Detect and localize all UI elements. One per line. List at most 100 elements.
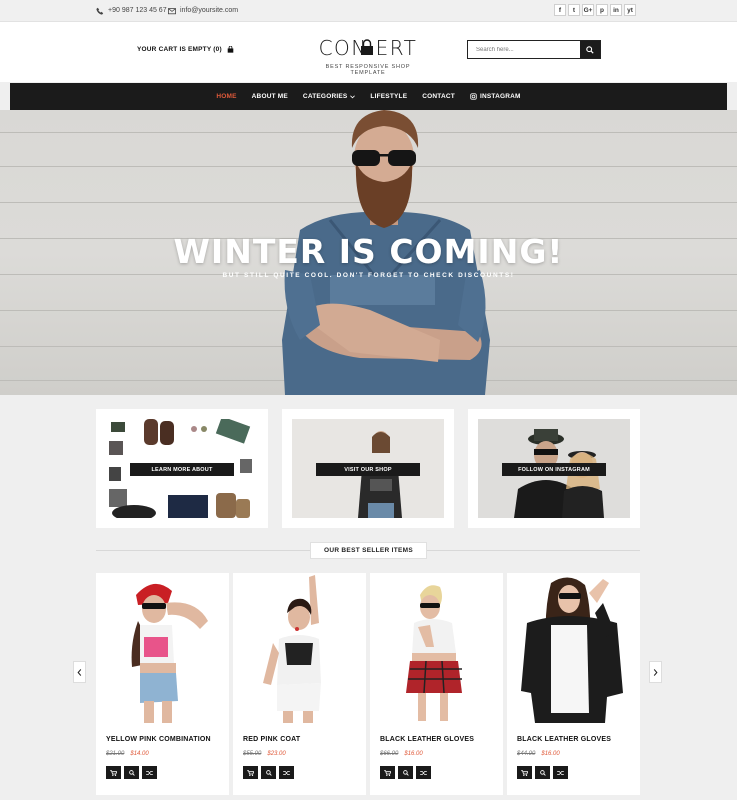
old-price: $21.00 xyxy=(106,751,125,757)
pinterest-icon[interactable]: p xyxy=(596,4,608,16)
shuffle-icon xyxy=(420,770,427,775)
nav-home[interactable]: HOME xyxy=(216,93,236,100)
old-price: $66.00 xyxy=(380,751,399,757)
email-address[interactable]: info@yoursite.com xyxy=(180,5,238,17)
zoom-icon xyxy=(128,769,135,776)
cart-link[interactable]: YOUR CART IS EMPTY (0) xyxy=(137,46,234,53)
cart-icon xyxy=(110,769,117,776)
twitter-icon[interactable]: t xyxy=(568,4,580,16)
compare-button[interactable] xyxy=(142,766,157,779)
add-to-cart-button[interactable] xyxy=(380,766,395,779)
google-plus-icon[interactable]: G+ xyxy=(582,4,594,16)
product-prices: $55.00 $23.00 xyxy=(243,751,286,757)
zoom-icon xyxy=(539,769,546,776)
hero-title: WINTER IS COMING! xyxy=(173,232,564,271)
carousel-prev-button[interactable] xyxy=(73,661,86,683)
promo-instagram[interactable]: FOLLOW ON INSTAGRAM xyxy=(468,409,640,528)
quick-view-button[interactable] xyxy=(398,766,413,779)
product-image[interactable] xyxy=(233,573,366,723)
arrow-left-icon xyxy=(77,668,82,676)
product-card[interactable]: BLACK LEATHER GLOVES $44.00 $16.00 xyxy=(507,573,640,795)
shuffle-icon xyxy=(283,770,290,775)
logo-tagline: BEST RESPONSIVE SHOP TEMPLATE xyxy=(325,64,411,76)
product-image[interactable] xyxy=(96,573,229,723)
old-price: $44.00 xyxy=(517,751,536,757)
promo-about[interactable]: LEARN MORE ABOUT xyxy=(96,409,268,528)
nav-instagram[interactable]: INSTAGRAM xyxy=(470,93,521,100)
shuffle-icon xyxy=(557,770,564,775)
cart-icon xyxy=(521,769,528,776)
cart-icon xyxy=(247,769,254,776)
cart-status[interactable]: YOUR CART IS EMPTY (0) xyxy=(137,46,222,53)
product-prices: $66.00 $16.00 xyxy=(380,751,423,757)
instagram-icon xyxy=(470,93,477,100)
product-actions xyxy=(106,766,157,779)
logo-wordmark: CON ERT xyxy=(310,36,426,63)
hero-subtitle: BUT STILL QUITE COOL. DON'T FORGET TO CH… xyxy=(222,272,515,279)
social-links: f t G+ p in yt xyxy=(554,4,636,16)
visit-shop-button[interactable]: VISIT OUR SHOP xyxy=(316,463,420,476)
mail-icon xyxy=(168,8,176,15)
add-to-cart-button[interactable] xyxy=(106,766,121,779)
nav-categories-label: CATEGORIES xyxy=(302,93,348,100)
product-name[interactable]: BLACK LEATHER GLOVES xyxy=(517,736,611,743)
section-title: OUR BEST SELLER ITEMS xyxy=(310,542,427,559)
quick-view-button[interactable] xyxy=(261,766,276,779)
linkedin-icon[interactable]: in xyxy=(610,4,622,16)
product-image[interactable] xyxy=(370,573,503,723)
product-actions xyxy=(380,766,431,779)
site-logo[interactable]: CON ERT BEST RESPONSIVE SHOP TEMPLATE xyxy=(310,36,426,76)
nav-contact[interactable]: CONTACT xyxy=(422,93,455,100)
product-name[interactable]: YELLOW PINK COMBINATION xyxy=(106,736,211,743)
product-prices: $21.00 $14.00 xyxy=(106,751,149,757)
product-actions xyxy=(517,766,568,779)
compare-button[interactable] xyxy=(279,766,294,779)
nav-instagram-label: INSTAGRAM xyxy=(479,93,521,100)
product-card[interactable]: YELLOW PINK COMBINATION $21.00 $14.00 xyxy=(96,573,229,795)
quick-view-button[interactable] xyxy=(124,766,139,779)
quick-view-button[interactable] xyxy=(535,766,550,779)
product-name[interactable]: RED PINK COAT xyxy=(243,736,300,743)
sale-price: $23.00 xyxy=(267,751,286,757)
sale-price: $16.00 xyxy=(541,751,560,757)
phone-icon xyxy=(96,7,104,15)
phone-number: +90 987 123 45 67 xyxy=(108,7,167,14)
product-prices: $44.00 $16.00 xyxy=(517,751,560,757)
sale-price: $16.00 xyxy=(404,751,423,757)
bag-icon xyxy=(227,46,234,53)
product-actions xyxy=(243,766,294,779)
product-name[interactable]: BLACK LEATHER GLOVES xyxy=(380,736,474,743)
chevron-down-icon xyxy=(350,94,356,98)
cart-icon xyxy=(384,769,391,776)
main-nav: HOME ABOUT ME CATEGORIES LIFESTYLE CONTA… xyxy=(10,83,727,110)
nav-lifestyle[interactable]: LIFESTYLE xyxy=(370,93,407,100)
youtube-icon[interactable]: yt xyxy=(624,4,636,16)
add-to-cart-button[interactable] xyxy=(243,766,258,779)
facebook-icon[interactable]: f xyxy=(554,4,566,16)
product-image[interactable] xyxy=(507,573,640,723)
compare-button[interactable] xyxy=(416,766,431,779)
nav-about-me[interactable]: ABOUT ME xyxy=(252,93,288,100)
email-info[interactable]: info@yoursite.com xyxy=(168,5,238,17)
logo-wordmark-graphic: CON ERT xyxy=(319,36,416,60)
arrow-right-icon xyxy=(653,668,658,676)
shuffle-icon xyxy=(146,770,153,775)
add-to-cart-button[interactable] xyxy=(517,766,532,779)
compare-button[interactable] xyxy=(553,766,568,779)
product-card[interactable]: BLACK LEATHER GLOVES $66.00 $16.00 xyxy=(370,573,503,795)
follow-instagram-button[interactable]: FOLLOW ON INSTAGRAM xyxy=(502,463,606,476)
product-card[interactable]: RED PINK COAT $55.00 $23.00 xyxy=(233,573,366,795)
search-input[interactable] xyxy=(468,41,580,58)
search-box xyxy=(467,40,601,59)
nav-categories[interactable]: CATEGORIES xyxy=(303,93,356,100)
search-icon xyxy=(586,45,594,54)
zoom-icon xyxy=(402,769,409,776)
search-button[interactable] xyxy=(580,41,600,58)
promo-shop[interactable]: VISIT OUR SHOP xyxy=(282,409,454,528)
sale-price: $14.00 xyxy=(130,751,149,757)
carousel-next-button[interactable] xyxy=(649,661,662,683)
zoom-icon xyxy=(265,769,272,776)
learn-more-button[interactable]: LEARN MORE ABOUT xyxy=(130,463,234,476)
phone-info: +90 987 123 45 67 xyxy=(96,5,167,17)
old-price: $55.00 xyxy=(243,751,262,757)
